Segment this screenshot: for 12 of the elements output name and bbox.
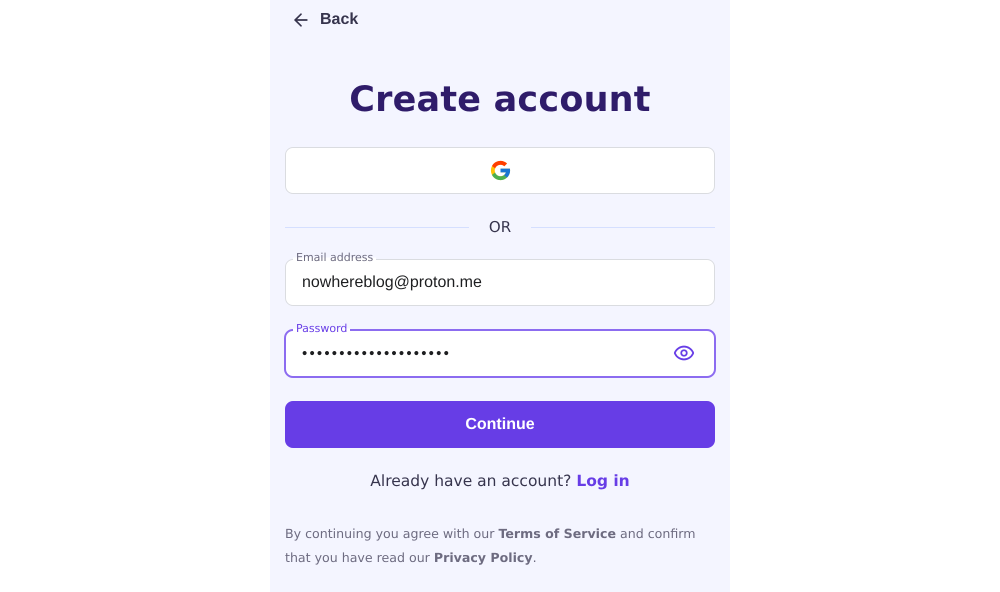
google-logo-icon xyxy=(488,159,512,182)
page-title: Create account xyxy=(348,80,652,120)
field-label: Email address xyxy=(293,251,376,264)
privacy-policy-link[interactable]: Privacy Policy xyxy=(434,550,533,565)
terms-of-service-link[interactable]: Terms of Service xyxy=(498,526,616,541)
or-divider-text: OR xyxy=(488,218,512,236)
login-prompt: Already have an account? Log in xyxy=(369,472,631,490)
back-link[interactable]: Back xyxy=(291,10,358,30)
log-in-link[interactable]: Log in xyxy=(576,472,630,490)
terms-notice: By continuing you agree with our Terms of Service and confirm that you have read our Privacy Policy. xyxy=(285,525,696,567)
field-label: Password xyxy=(293,322,350,335)
continue-button[interactable]: Continue xyxy=(285,401,715,448)
